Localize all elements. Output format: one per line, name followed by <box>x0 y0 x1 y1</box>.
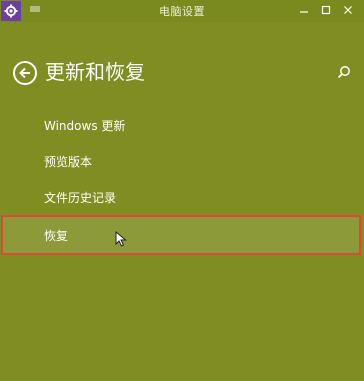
nav-item-preview-builds[interactable]: 预览版本 <box>44 154 92 170</box>
mouse-cursor-icon <box>115 230 127 247</box>
maximize-icon[interactable] <box>318 3 334 17</box>
nav-item-recovery[interactable]: 恢复 <box>1 215 361 255</box>
page-title: 更新和恢复 <box>45 60 145 84</box>
nav-item-recovery-label: 恢复 <box>44 229 69 243</box>
nav-item-file-history[interactable]: 文件历史记录 <box>44 190 116 206</box>
title-bar: 电脑设置 <box>0 0 364 22</box>
search-icon[interactable] <box>336 64 352 80</box>
minimize-icon[interactable] <box>296 3 312 17</box>
nav-item-windows-update[interactable]: Windows 更新 <box>44 118 125 134</box>
close-icon[interactable] <box>340 3 356 17</box>
settings-window: 电脑设置 更新和恢复 Windows 更新 预览版本 文件历史记录 恢复 <box>0 0 364 381</box>
back-arrow-icon[interactable] <box>13 61 37 85</box>
